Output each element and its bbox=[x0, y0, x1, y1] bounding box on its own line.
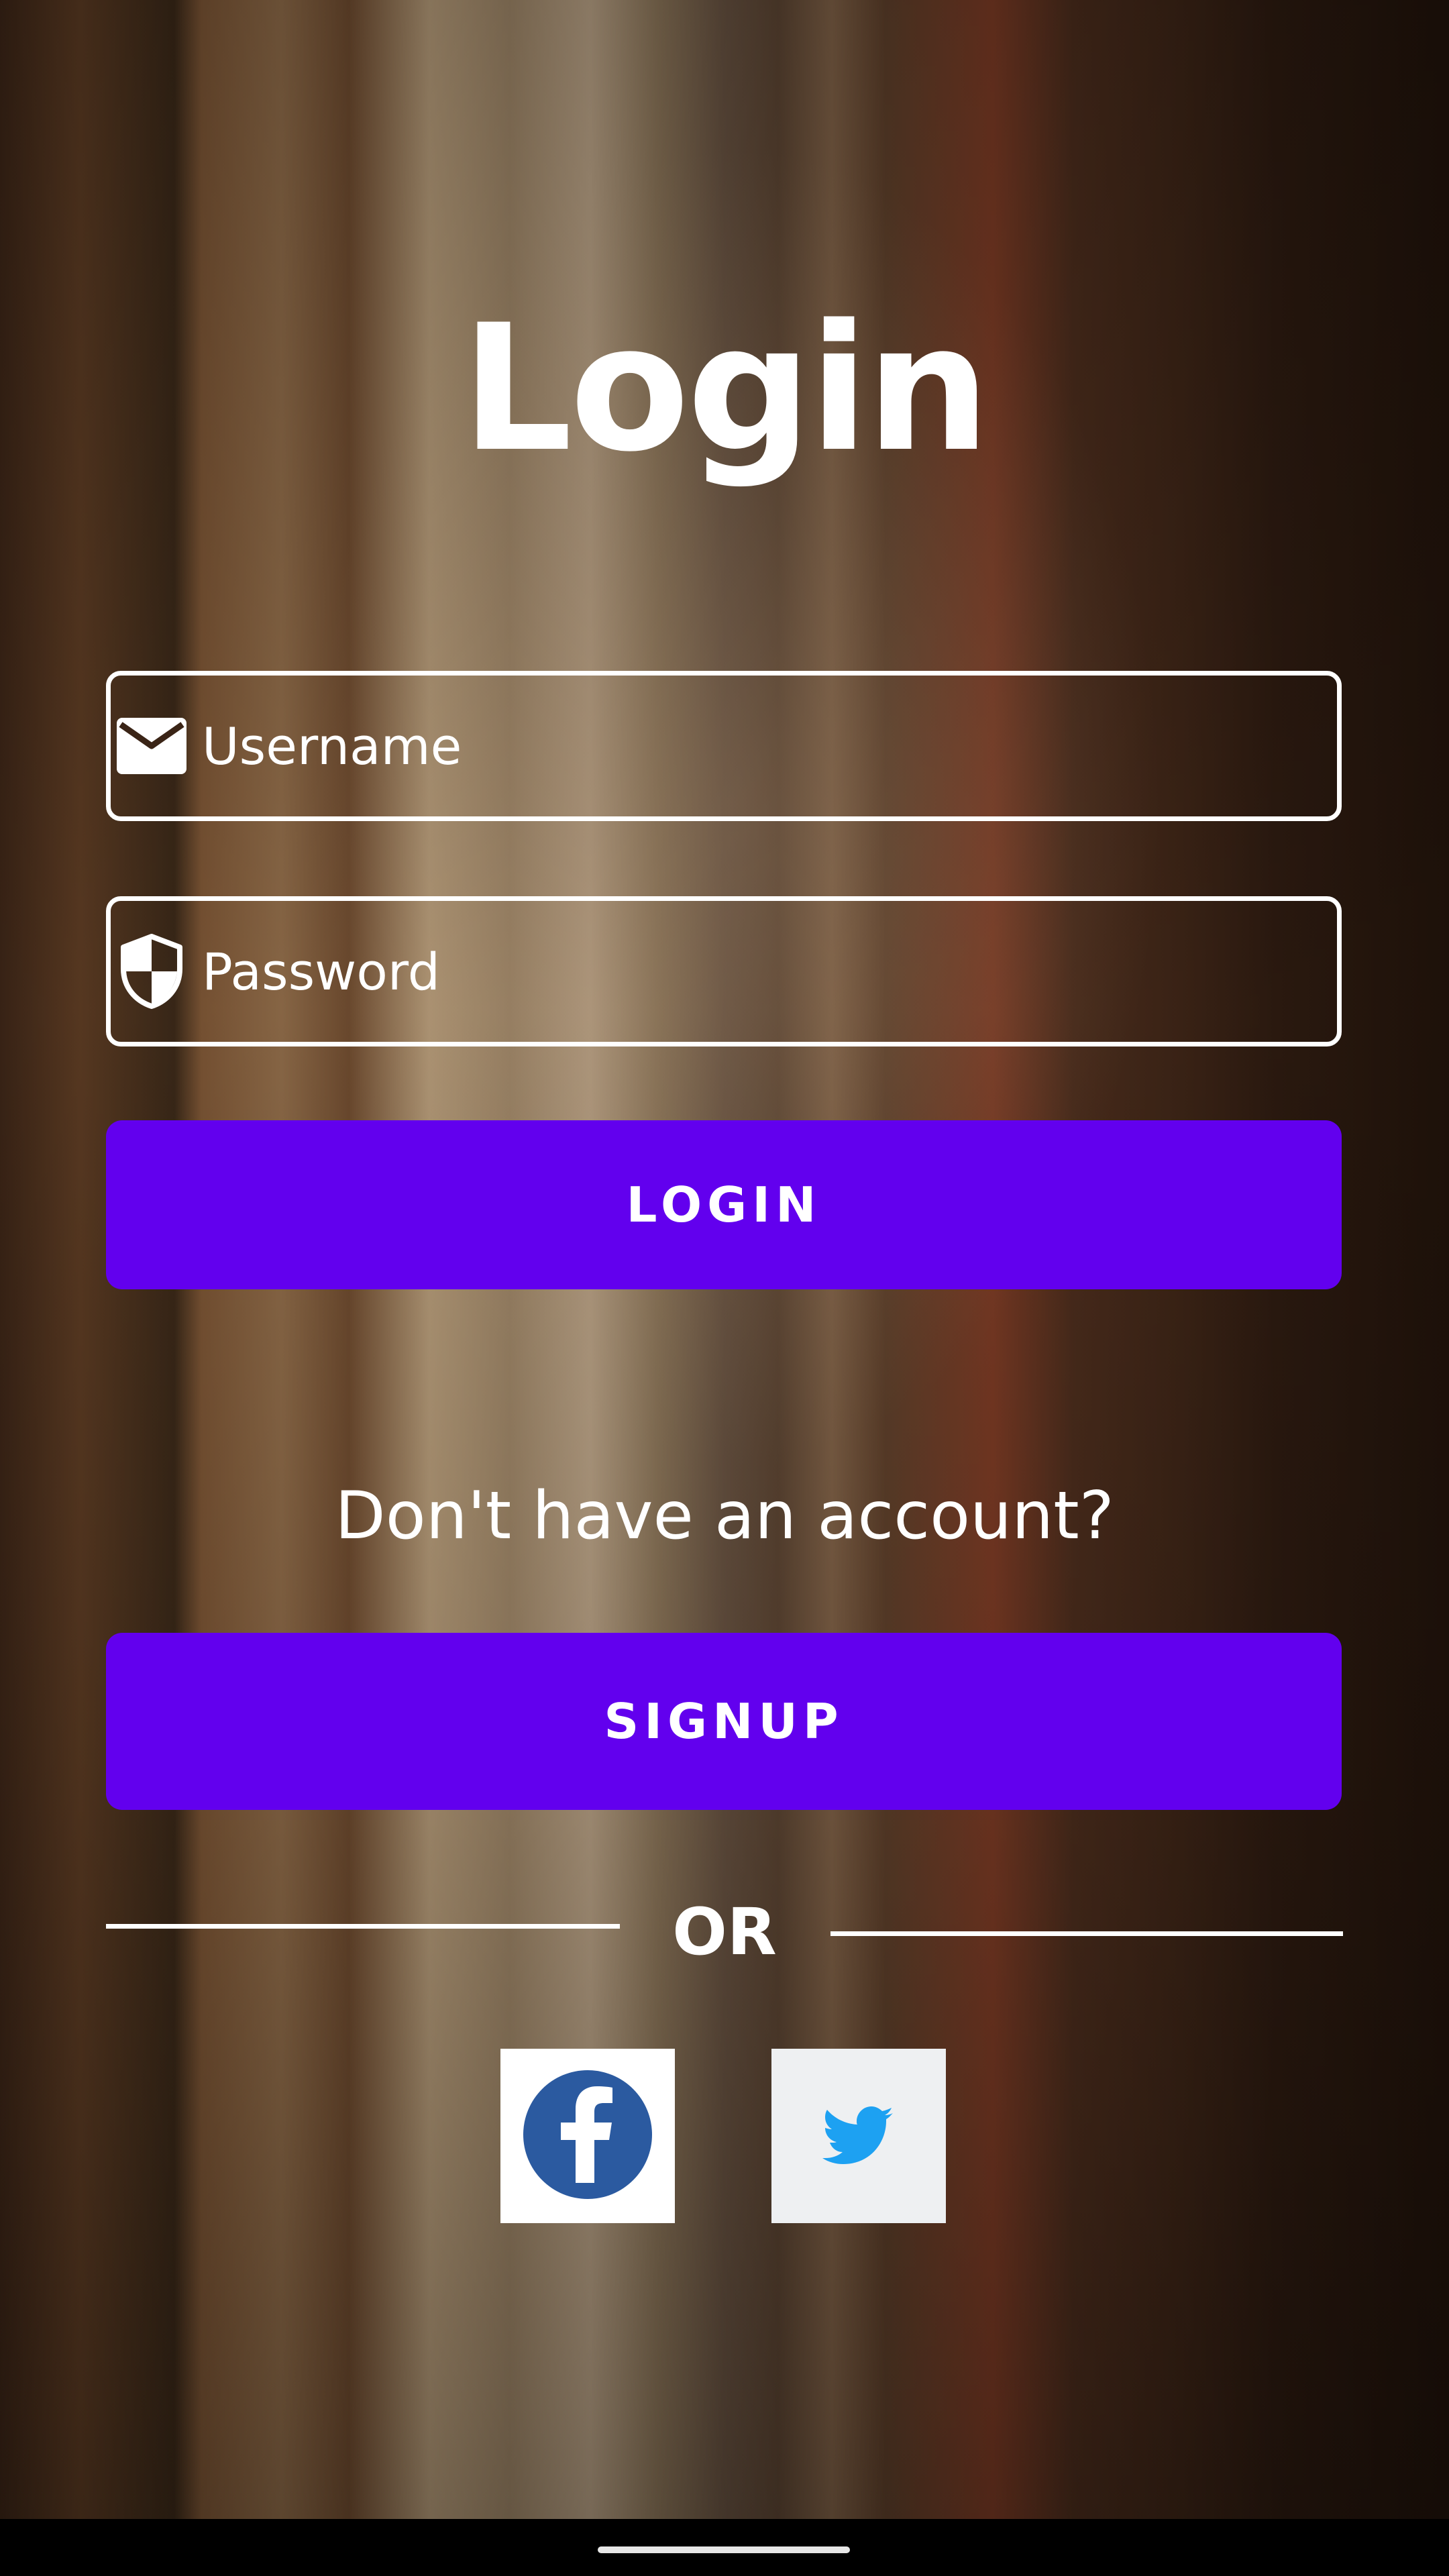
signup-button[interactable]: SIGNUP bbox=[106, 1633, 1342, 1810]
username-input[interactable] bbox=[189, 675, 1337, 817]
password-field[interactable] bbox=[106, 896, 1342, 1046]
login-button[interactable]: LOGIN bbox=[106, 1120, 1342, 1289]
signup-prompt: Don't have an account? bbox=[335, 1478, 1114, 1554]
divider-left bbox=[106, 1924, 620, 1929]
password-input[interactable] bbox=[189, 900, 1337, 1042]
twitter-bird-icon bbox=[822, 2104, 896, 2168]
twitter-login-button[interactable] bbox=[771, 2049, 946, 2223]
envelope-icon bbox=[115, 709, 189, 783]
shield-icon bbox=[115, 934, 189, 1009]
facebook-login-button[interactable] bbox=[500, 2049, 675, 2223]
facebook-logo-icon bbox=[522, 2069, 653, 2203]
or-separator-label: OR bbox=[672, 1894, 777, 1970]
page-title: Login bbox=[461, 288, 991, 490]
divider-right bbox=[830, 1931, 1343, 1936]
username-field[interactable] bbox=[106, 671, 1342, 821]
home-indicator[interactable] bbox=[598, 2546, 850, 2553]
